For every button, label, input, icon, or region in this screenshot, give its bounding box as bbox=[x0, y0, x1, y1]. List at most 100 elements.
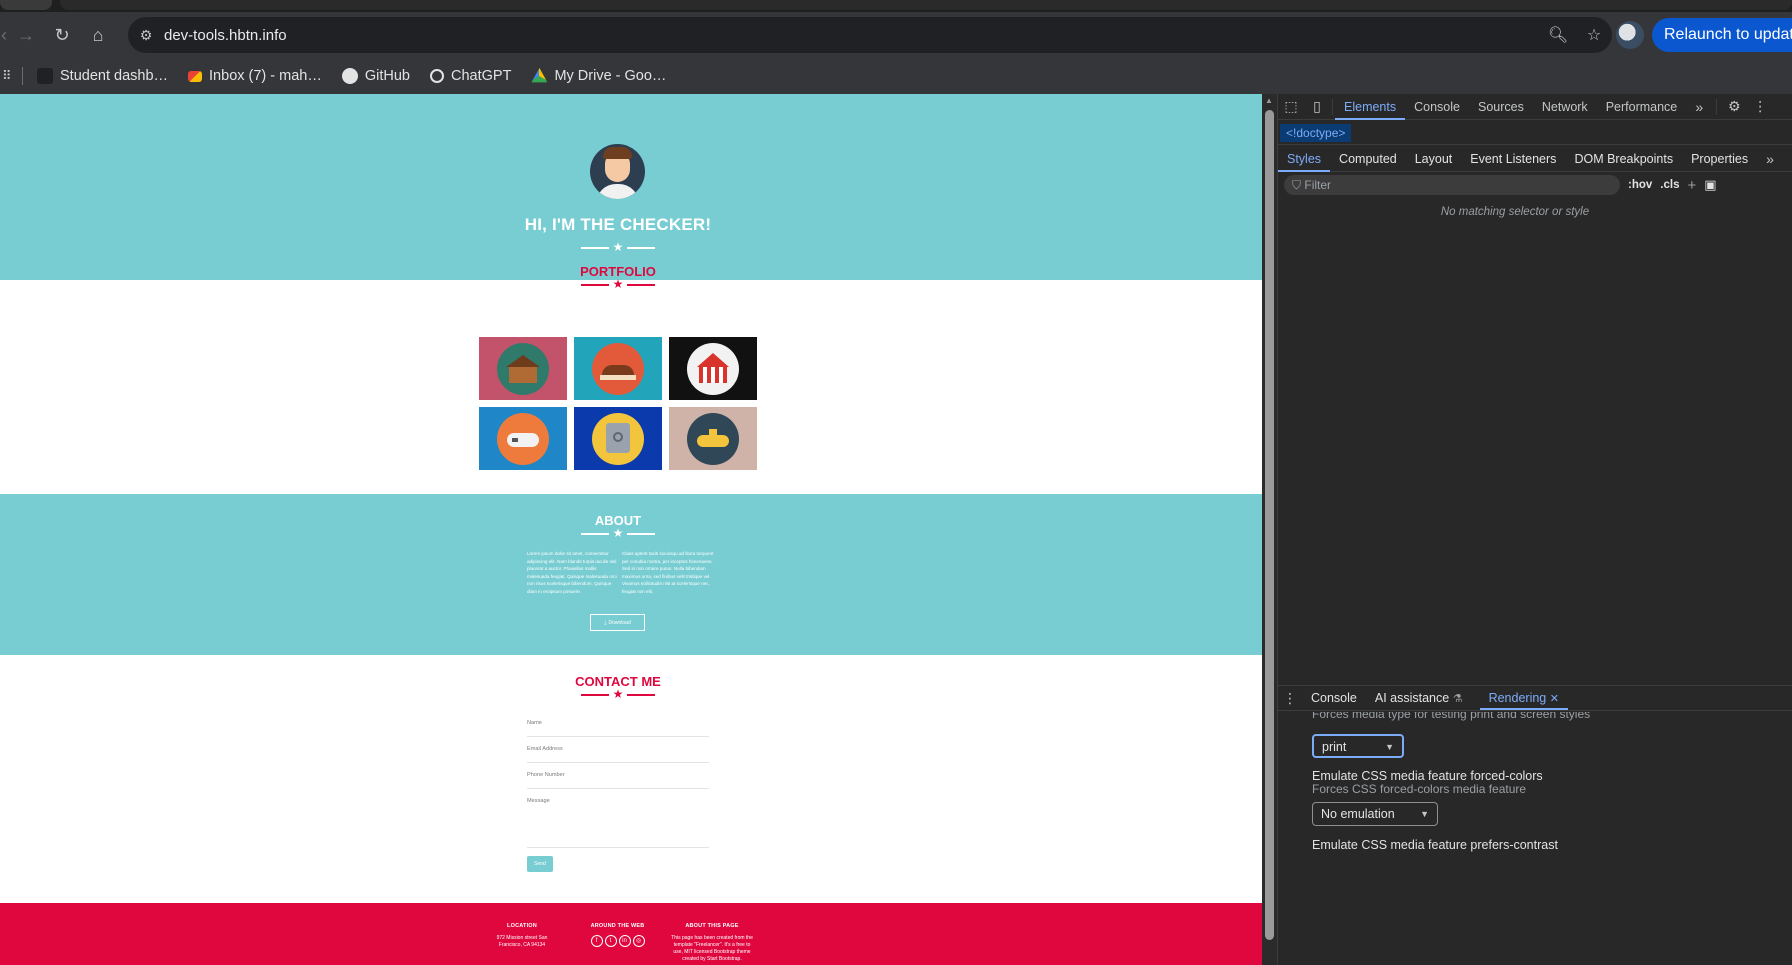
footer: LOCATION 972 Mission street San Francisc… bbox=[0, 903, 1262, 965]
bookmark-label: My Drive - Goo… bbox=[554, 68, 667, 84]
portfolio-item-game-controller[interactable] bbox=[479, 407, 567, 470]
tab[interactable] bbox=[0, 0, 52, 10]
submarine-icon bbox=[687, 412, 739, 465]
footer-web-title: AROUND THE WEB bbox=[590, 923, 645, 929]
tab-properties[interactable]: Properties bbox=[1682, 146, 1757, 172]
prefers-contrast-title: Emulate CSS media feature prefers-contra… bbox=[1312, 838, 1558, 852]
bookmark-chatgpt[interactable]: ChatGPT bbox=[430, 68, 511, 84]
tab-sources[interactable]: Sources bbox=[1469, 94, 1533, 120]
github-icon bbox=[341, 68, 358, 84]
hero-section: HI, I'M THE CHECKER! ★ bbox=[0, 94, 1262, 280]
tab-performance[interactable]: Performance bbox=[1597, 94, 1687, 120]
email-field[interactable]: Email Address bbox=[527, 746, 709, 763]
drive-icon bbox=[531, 68, 548, 83]
media-type-description: Forces media type for testing print and … bbox=[1312, 712, 1591, 721]
reload-button[interactable]: ↻ bbox=[44, 17, 80, 53]
close-icon[interactable]: ✕ bbox=[1550, 693, 1559, 705]
paint-bucket-icon[interactable]: ▣ bbox=[1704, 177, 1716, 193]
forced-colors-select[interactable]: No emulation ▼ bbox=[1312, 802, 1438, 826]
hero-title: HI, I'M THE CHECKER! bbox=[524, 215, 712, 234]
drawer-menu-icon[interactable]: ⋮ bbox=[1278, 690, 1302, 707]
settings-gear-icon[interactable]: ⚙ bbox=[1721, 98, 1747, 115]
tab-network[interactable]: Network bbox=[1533, 94, 1597, 120]
forward-button[interactable]: → bbox=[8, 17, 44, 53]
devtools-separator bbox=[1716, 98, 1718, 115]
more-subtabs-icon[interactable]: » bbox=[1757, 151, 1783, 167]
tab-event-listeners[interactable]: Event Listeners bbox=[1461, 146, 1565, 172]
hov-toggle[interactable]: :hov bbox=[1628, 179, 1652, 191]
message-field[interactable]: Message bbox=[527, 798, 709, 848]
portfolio-item-safe[interactable] bbox=[574, 407, 662, 470]
portfolio-item-circus[interactable] bbox=[669, 337, 757, 400]
new-style-rule-icon[interactable]: + bbox=[1687, 177, 1696, 194]
portfolio-item-submarine[interactable] bbox=[669, 407, 757, 470]
phone-field[interactable]: Phone Number bbox=[527, 772, 709, 789]
about-text-left: Lorem ipsum dolor sit amet, consectetur … bbox=[527, 551, 617, 594]
more-tabs-icon[interactable]: » bbox=[1686, 99, 1712, 115]
experiment-flask-icon: ⚗ bbox=[1452, 693, 1463, 705]
tab-dom-breakpoints[interactable]: DOM Breakpoints bbox=[1565, 146, 1682, 172]
cabin-icon bbox=[497, 342, 549, 395]
star-icon: ★ bbox=[612, 526, 624, 540]
circus-icon bbox=[687, 342, 739, 395]
download-icon: ⤓ bbox=[604, 619, 607, 626]
tab-computed[interactable]: Computed bbox=[1330, 146, 1406, 172]
drawer-tab-console[interactable]: Console bbox=[1302, 686, 1366, 710]
zoom-icon[interactable]: 🔍︎ bbox=[1540, 25, 1576, 45]
chevron-down-icon: ▼ bbox=[1385, 742, 1394, 752]
tab-layout[interactable]: Layout bbox=[1406, 146, 1462, 172]
download-label: Download bbox=[608, 619, 631, 626]
bookmark-inbox[interactable]: Inbox (7) - mah… bbox=[188, 68, 322, 84]
media-type-select[interactable]: print ▼ bbox=[1312, 734, 1404, 758]
avatar-hair bbox=[603, 147, 632, 159]
devtools-separator bbox=[1332, 98, 1333, 115]
download-button[interactable]: ⤓ Download bbox=[590, 614, 645, 631]
back-button[interactable]: ‹ bbox=[0, 17, 8, 53]
kebab-menu-icon[interactable]: ⋮ bbox=[1747, 98, 1773, 115]
tab-styles[interactable]: Styles bbox=[1278, 146, 1331, 172]
drawer-tab-ai-assistance[interactable]: AI assistance ⚗ bbox=[1366, 686, 1472, 710]
footer-about-title: ABOUT THIS PAGE bbox=[685, 923, 739, 929]
hero-divider: ★ bbox=[581, 240, 655, 254]
drawer-tab-rendering[interactable]: Rendering ✕ bbox=[1479, 686, 1568, 710]
styles-filter-input[interactable]: ⛉ Filter bbox=[1284, 175, 1620, 195]
twitter-icon[interactable]: t bbox=[604, 935, 617, 947]
bookmark-icon bbox=[37, 68, 53, 84]
star-icon: ★ bbox=[612, 240, 624, 254]
site-info-icon[interactable]: ⚙ bbox=[128, 27, 164, 44]
forced-colors-title: Emulate CSS media feature forced-colors bbox=[1312, 769, 1543, 783]
scroll-up-icon[interactable]: ▲ bbox=[1265, 96, 1273, 105]
relaunch-button[interactable]: Relaunch to update bbox=[1652, 18, 1792, 52]
tab-elements[interactable]: Elements bbox=[1335, 94, 1406, 120]
address-bar[interactable]: ⚙ dev-tools.hbtn.info 🔍︎ ☆ bbox=[128, 17, 1612, 53]
star-icon: ★ bbox=[612, 277, 624, 291]
bookmark-student-dashboard[interactable]: Student dashb… bbox=[37, 68, 168, 84]
about-text-right: Class aptent taciti sociosqu ad litora t… bbox=[622, 551, 714, 594]
send-button[interactable]: Send bbox=[527, 856, 553, 872]
tab-console[interactable]: Console bbox=[1405, 94, 1469, 120]
cls-toggle[interactable]: .cls bbox=[1660, 179, 1679, 191]
device-toolbar-icon[interactable]: ▯ bbox=[1304, 98, 1330, 115]
bookmark-my-drive[interactable]: My Drive - Goo… bbox=[531, 68, 666, 84]
inspect-element-icon[interactable]: ⬚ bbox=[1278, 98, 1304, 115]
url-text[interactable]: dev-tools.hbtn.info bbox=[164, 27, 1540, 44]
dribbble-icon[interactable]: ◎ bbox=[632, 934, 645, 947]
bookmark-star-icon[interactable]: ☆ bbox=[1576, 25, 1612, 45]
linkedin-icon[interactable]: in bbox=[618, 935, 631, 947]
breadcrumb[interactable]: <!doctype> bbox=[1280, 124, 1352, 142]
facebook-icon[interactable]: f bbox=[590, 935, 603, 947]
scrollbar-thumb[interactable] bbox=[1265, 110, 1274, 940]
page-scrollbar[interactable]: ▲ bbox=[1262, 94, 1278, 965]
bookmark-github[interactable]: GitHub bbox=[341, 68, 410, 84]
bookmark-label: Student dashb… bbox=[60, 68, 169, 84]
portfolio-item-cabin[interactable] bbox=[479, 337, 567, 400]
profile-avatar[interactable] bbox=[1616, 21, 1644, 49]
bookmarks-separator bbox=[22, 67, 23, 85]
devtools-panel: ⬚ ▯ Elements Console Sources Network Per… bbox=[1278, 94, 1792, 965]
portfolio-item-cake[interactable] bbox=[574, 337, 662, 400]
apps-icon[interactable]: ⠿ bbox=[2, 68, 16, 84]
tab-strip bbox=[0, 0, 1792, 12]
name-field[interactable]: Name bbox=[527, 720, 709, 737]
home-button[interactable]: ⌂ bbox=[80, 17, 116, 53]
drawer-tab-label: AI assistance bbox=[1374, 691, 1450, 705]
